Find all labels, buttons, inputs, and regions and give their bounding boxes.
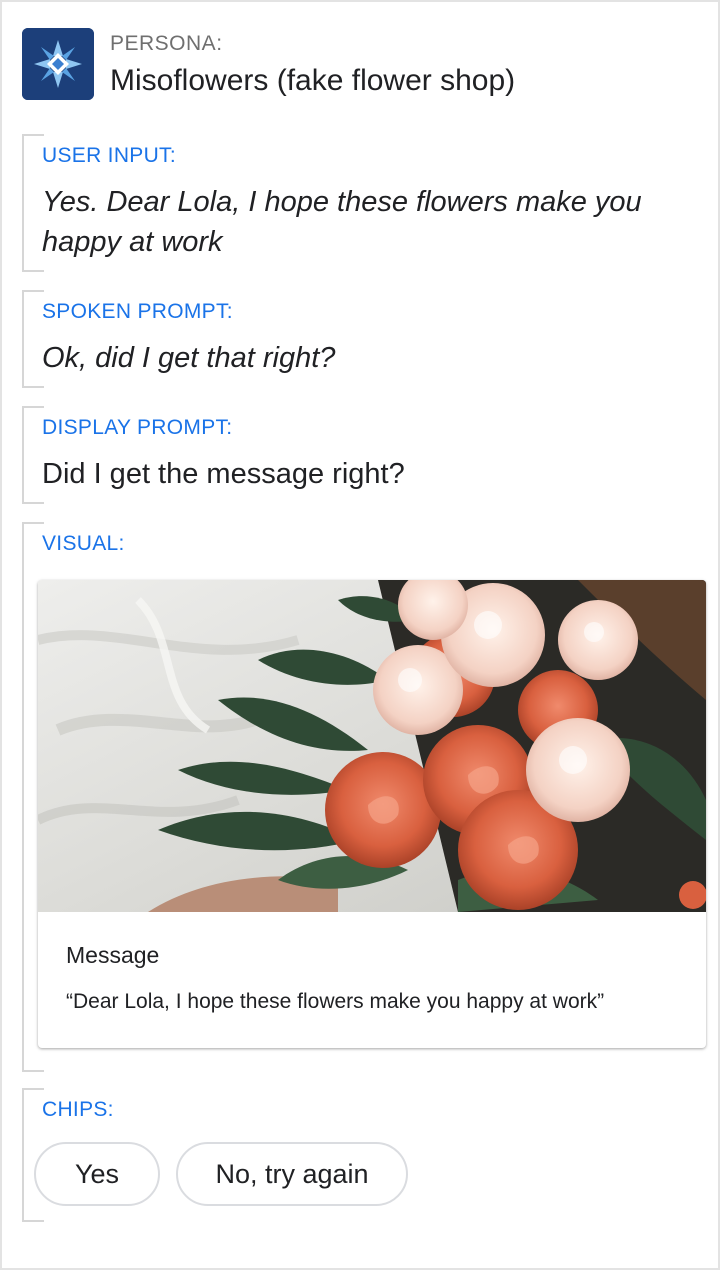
misoflowers-logo-icon bbox=[22, 28, 94, 100]
display-prompt-label: DISPLAY PROMPT: bbox=[42, 416, 233, 439]
card-title: Message bbox=[66, 942, 160, 968]
persona-name: Misoflowers (fake flower shop) bbox=[110, 64, 516, 97]
section-bracket bbox=[22, 134, 44, 272]
user-input-label: USER INPUT: bbox=[42, 144, 176, 167]
spoken-prompt-text: Ok, did I get that right? bbox=[42, 342, 336, 374]
chips-section: CHIPS: Yes No, try again bbox=[22, 1088, 712, 1222]
card-body: “Dear Lola, I hope these flowers make yo… bbox=[66, 990, 605, 1013]
user-input-section: USER INPUT: Yes. Dear Lola, I hope these… bbox=[22, 134, 712, 272]
visual-label: VISUAL: bbox=[42, 532, 125, 555]
chip-no-try-again[interactable]: No, try again bbox=[176, 1142, 408, 1206]
message-card: Message “Dear Lola, I hope these flowers… bbox=[38, 580, 706, 1048]
chips-label: CHIPS: bbox=[42, 1098, 114, 1121]
section-bracket bbox=[22, 406, 44, 504]
spoken-prompt-label: SPOKEN PROMPT: bbox=[42, 300, 233, 323]
flower-bouquet-image bbox=[38, 580, 706, 912]
display-prompt-section: DISPLAY PROMPT: Did I get the message ri… bbox=[22, 406, 712, 504]
section-bracket bbox=[22, 290, 44, 388]
conversation-spec-frame: PERSONA: Misoflowers (fake flower shop) … bbox=[0, 0, 720, 1270]
display-prompt-text: Did I get the message right? bbox=[42, 458, 405, 490]
chip-yes[interactable]: Yes bbox=[34, 1142, 160, 1206]
user-input-text: Yes. Dear Lola, I hope these flowers mak… bbox=[42, 186, 642, 258]
spoken-prompt-section: SPOKEN PROMPT: Ok, did I get that right? bbox=[22, 290, 712, 388]
persona-label: PERSONA: bbox=[110, 32, 223, 55]
visual-section: VISUAL: Message “Dear Lola, I hope these… bbox=[22, 522, 712, 1072]
